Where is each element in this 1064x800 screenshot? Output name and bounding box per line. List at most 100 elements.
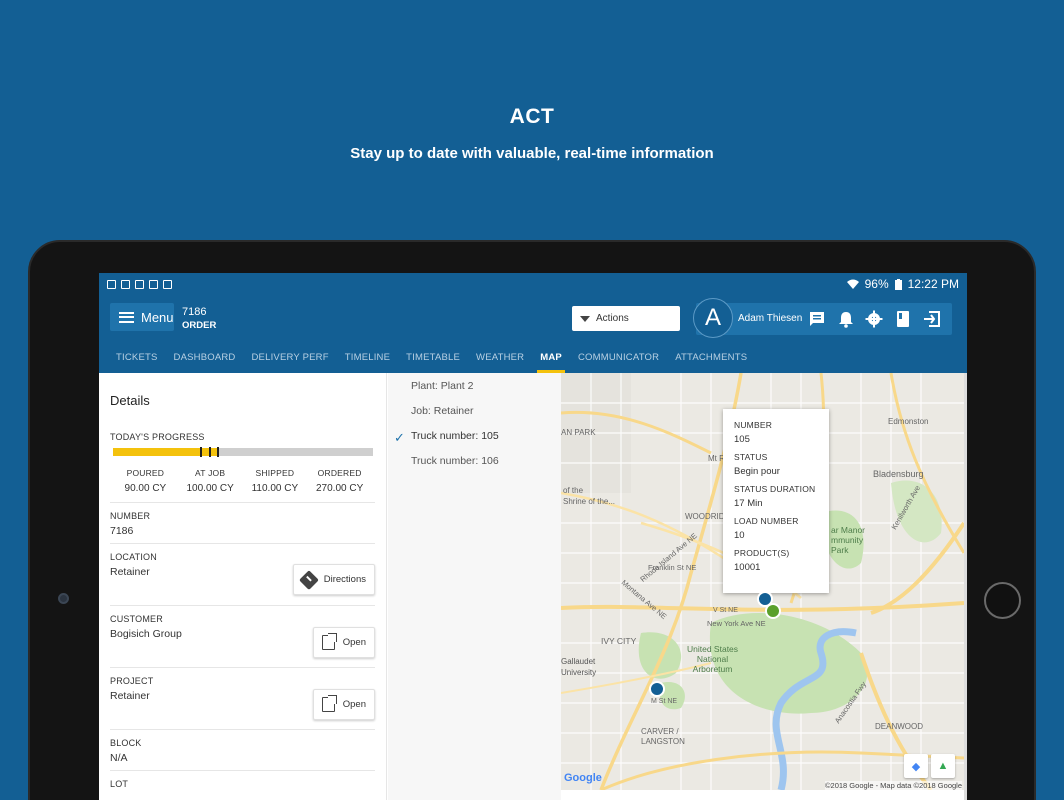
order-number: 7186 xyxy=(182,306,207,318)
details-panel: Details TODAY'S PROGRESS POURED 90.00 CY… xyxy=(99,373,387,800)
progress-col-label: SHIPPED xyxy=(255,468,295,478)
map-label-manor-park: ar Manor mmunity Park xyxy=(831,525,866,555)
progress-col-poured: POURED 90.00 CY xyxy=(113,468,178,494)
progress-col-label: ORDERED xyxy=(317,468,362,478)
directions-map-icon[interactable]: ◆ xyxy=(904,754,928,778)
google-logo-text: Google xyxy=(564,772,602,784)
truck-marker-icon[interactable] xyxy=(765,603,781,619)
location-label: LOCATION xyxy=(110,552,157,562)
customer-label: CUSTOMER xyxy=(110,614,163,624)
map-label-deanwood: DEANWOOD xyxy=(875,722,923,731)
progress-col-label: AT JOB xyxy=(195,468,226,478)
play-store-icon xyxy=(163,279,172,289)
progress-marker-shipped xyxy=(216,447,219,457)
info-number-value: 105 xyxy=(734,434,750,445)
lot-field: LOT xyxy=(110,770,375,800)
google-maps-icon[interactable]: ▲ xyxy=(931,754,955,778)
gear-icon[interactable] xyxy=(865,310,883,328)
tab-map[interactable]: MAP xyxy=(537,343,565,373)
progress-label: TODAY'S PROGRESS xyxy=(110,432,205,442)
map-label-bladensburg: Bladensburg xyxy=(873,469,924,479)
map-label-v-st: V St NE xyxy=(713,607,738,614)
map-copyright: ©2018 Google - Map data ©2018 Google xyxy=(825,781,962,790)
map-layer-list: Plant: Plant 2 Job: Retainer ✓ Truck num… xyxy=(388,373,561,800)
open-external-icon xyxy=(322,633,337,650)
map-label-m-st: M St NE xyxy=(651,698,678,705)
caret-down-icon xyxy=(580,315,590,322)
progress-marker-poured xyxy=(199,447,202,457)
location-field: LOCATION Retainer Directions xyxy=(110,543,375,605)
bell-icon[interactable] xyxy=(837,310,855,328)
status-right: 96% 12:22 PM xyxy=(846,277,959,291)
main-content: Details TODAY'S PROGRESS POURED 90.00 CY… xyxy=(99,373,967,800)
tab-timeline[interactable]: TIMELINE xyxy=(342,343,393,373)
wifi-icon xyxy=(846,279,859,289)
progress-col-ordered: ORDERED 270.00 CY xyxy=(307,468,372,494)
hero-subtitle: Stay up to date with valuable, real-time… xyxy=(350,145,714,162)
home-button[interactable] xyxy=(984,582,1021,619)
open-label: Open xyxy=(342,699,366,710)
info-duration-value: 17 Min xyxy=(734,498,763,509)
project-field: PROJECT Retainer Open xyxy=(110,667,375,729)
map-label-ivy-city: IVY CITY xyxy=(601,636,637,646)
project-label: PROJECT xyxy=(110,676,154,686)
tab-timetable[interactable]: TIMETABLE xyxy=(403,343,463,373)
user-name: Adam Thiesen xyxy=(738,313,803,324)
directions-button[interactable]: Directions xyxy=(293,564,375,595)
block-value: N/A xyxy=(110,752,128,764)
info-status-value: Begin pour xyxy=(734,466,780,477)
details-title: Details xyxy=(110,393,150,408)
project-open-button[interactable]: Open xyxy=(313,689,375,720)
lot-label: LOT xyxy=(110,779,129,789)
progress-bar xyxy=(113,447,373,457)
clock: 12:22 PM xyxy=(907,277,959,291)
book-icon[interactable] xyxy=(894,310,912,328)
progress-col-label: POURED xyxy=(126,468,165,478)
logout-icon[interactable] xyxy=(923,310,941,328)
tab-delivery-perf[interactable]: DELIVERY PERF xyxy=(249,343,332,373)
map-label-gallaudet: Gallaudet University xyxy=(561,657,597,677)
open-external-icon xyxy=(322,695,337,712)
menu-button[interactable]: Menu xyxy=(110,303,174,331)
progress-col-value: 270.00 CY xyxy=(315,483,364,494)
progress-col-shipped: SHIPPED 110.00 CY xyxy=(243,468,308,494)
tab-attachments[interactable]: ATTACHMENTS xyxy=(672,343,750,373)
chat-icon[interactable] xyxy=(808,310,826,328)
info-number-label: NUMBER xyxy=(734,420,773,430)
number-value: 7186 xyxy=(110,525,134,537)
tab-weather[interactable]: WEATHER xyxy=(473,343,527,373)
order-info: 7186 ORDER xyxy=(182,305,216,333)
number-label: NUMBER xyxy=(110,511,151,521)
info-load-value: 10 xyxy=(734,530,745,541)
tab-dashboard[interactable]: DASHBOARD xyxy=(171,343,239,373)
map-view[interactable]: Edmonston Bladensburg Mt R WOODRID ar Ma… xyxy=(561,373,964,790)
notification-icon xyxy=(107,279,116,289)
user-toolbar: A Adam Thiesen xyxy=(693,298,952,338)
tab-communicator[interactable]: COMMUNICATOR xyxy=(575,343,662,373)
truck-info-card: NUMBER 105 STATUS Begin pour STATUS DURA… xyxy=(723,409,829,593)
progress-col-value: 100.00 CY xyxy=(186,483,234,494)
plant-marker-icon[interactable] xyxy=(649,681,665,697)
scrollbar[interactable] xyxy=(964,373,967,800)
info-product-label: PRODUCT(S) xyxy=(734,548,790,558)
camera-icon xyxy=(58,593,69,604)
tab-tickets[interactable]: TICKETS xyxy=(113,343,161,373)
avatar[interactable]: A xyxy=(693,298,733,338)
directions-label: Directions xyxy=(323,574,366,585)
actions-dropdown[interactable]: Actions xyxy=(572,306,680,331)
status-bar: 96% 12:22 PM xyxy=(99,273,967,295)
number-field: NUMBER 7186 xyxy=(110,502,375,543)
info-product-value: 10001 xyxy=(734,562,761,573)
checkmark-icon: ✓ xyxy=(394,430,405,445)
map-label-an-park: AN PARK xyxy=(561,428,596,437)
customer-open-button[interactable]: Open xyxy=(313,627,375,658)
list-item-plant[interactable]: Plant: Plant 2 xyxy=(411,380,473,392)
list-item-truck-105[interactable]: Truck number: 105 xyxy=(411,430,499,442)
map-label-carver: CARVER / LANGSTON xyxy=(641,727,685,746)
list-item-job[interactable]: Job: Retainer xyxy=(411,405,473,417)
todays-progress: TODAY'S PROGRESS POURED 90.00 CY AT JOB … xyxy=(110,432,375,494)
actions-label: Actions xyxy=(596,313,629,324)
list-item-truck-106[interactable]: Truck number: 106 xyxy=(411,455,499,467)
directions-icon xyxy=(299,569,319,590)
progress-col-at-job: AT JOB 100.00 CY xyxy=(178,468,243,494)
